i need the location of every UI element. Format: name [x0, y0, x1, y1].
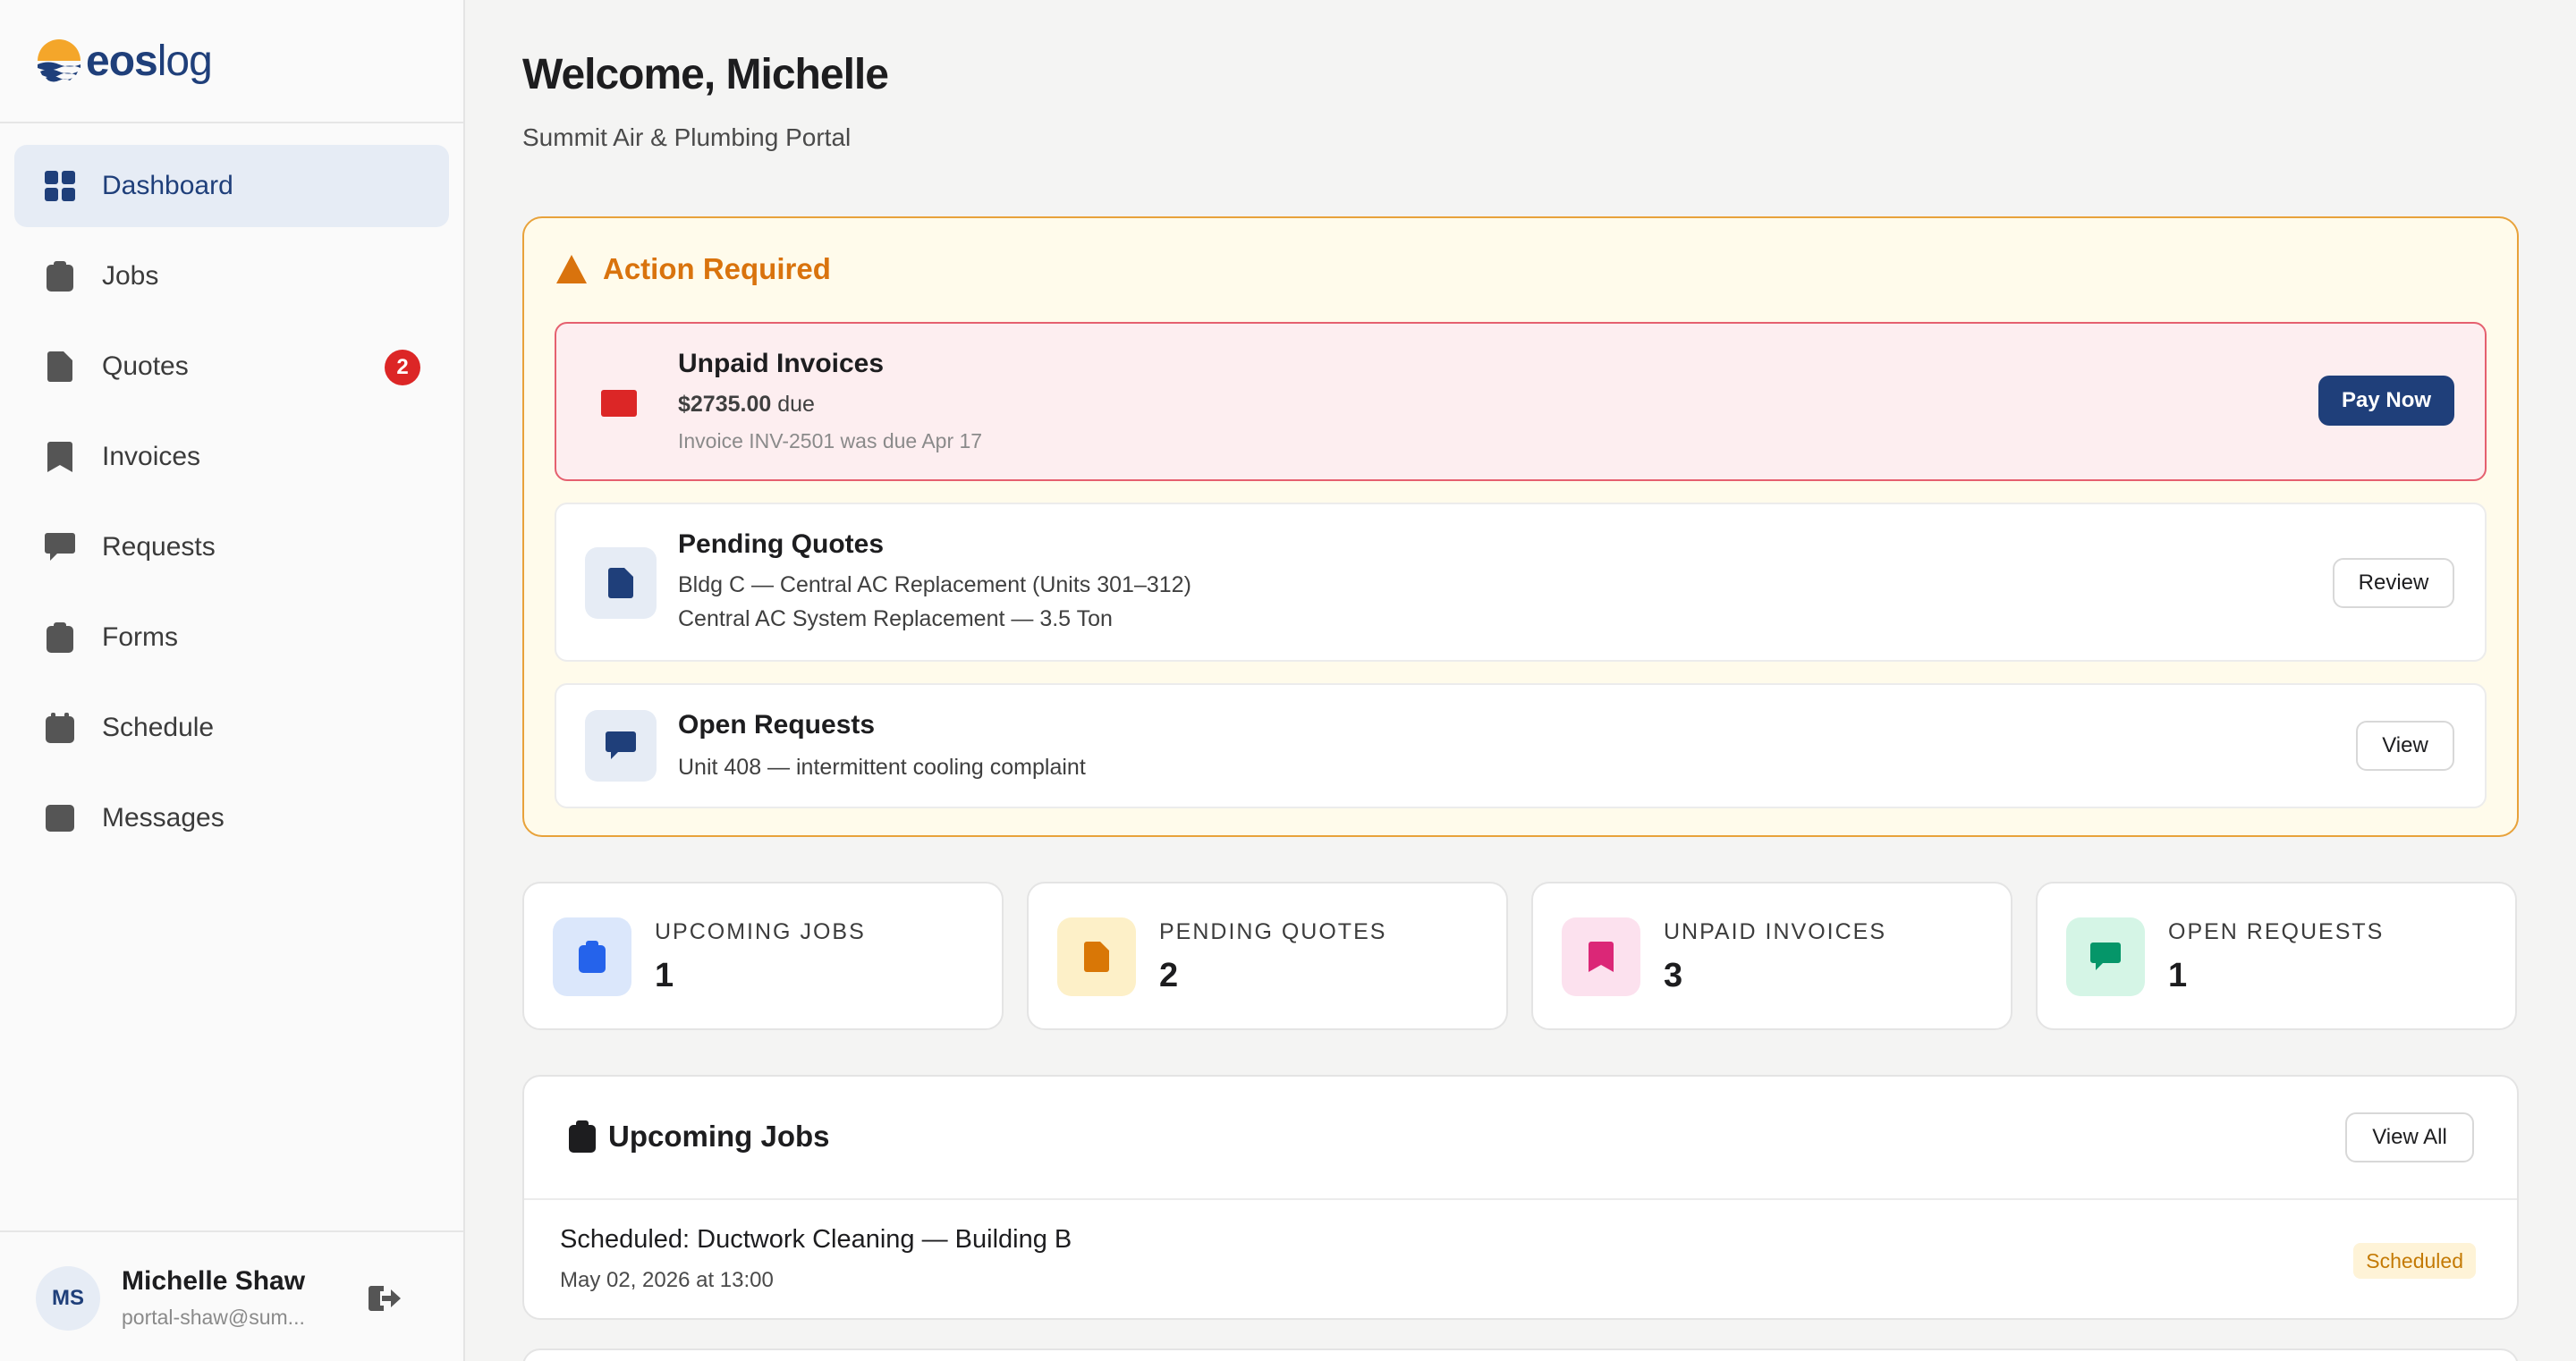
stat-value: 1 [655, 957, 674, 994]
chat-icon [606, 731, 636, 759]
stat-card-upcoming-jobs[interactable]: UPCOMING JOBS 1 [522, 882, 1004, 1030]
sidebar-item-label: Forms [102, 622, 178, 652]
grid-icon [45, 171, 75, 201]
stat-label: OPEN REQUESTS [2168, 919, 2385, 944]
user-email: portal-shaw@sum... [122, 1306, 305, 1329]
clipboard-icon [579, 941, 606, 973]
stat-icon-box [1562, 917, 1640, 996]
upcoming-jobs-panel: Upcoming Jobs View All Scheduled: Ductwo… [522, 1075, 2519, 1320]
open-requests-icon-box [585, 710, 657, 782]
sidebar-item-forms[interactable]: Forms [14, 596, 449, 679]
sidebar-item-schedule[interactable]: Schedule [14, 687, 449, 769]
unpaid-invoices-alert: Unpaid Invoices $2735.00 due Invoice INV… [555, 322, 2487, 481]
unpaid-invoices-title: Unpaid Invoices [678, 349, 885, 378]
unpaid-invoice-note: Invoice INV-2501 was due Apr 17 [678, 429, 983, 452]
calendar-icon [45, 713, 75, 743]
unpaid-amount: $2735.00 [678, 392, 772, 417]
clipboard-icon [569, 1120, 596, 1153]
receipt-icon [1589, 942, 1614, 972]
sidebar-item-dashboard[interactable]: Dashboard [14, 145, 449, 227]
chat-icon [2090, 943, 2121, 970]
pending-quotes-icon-box [585, 547, 657, 619]
stat-value: 2 [1159, 957, 1179, 994]
action-required-title: Action Required [603, 252, 831, 285]
logout-icon[interactable] [369, 1282, 401, 1315]
stat-icon-box [553, 917, 631, 996]
sidebar-item-label: Dashboard [102, 171, 233, 200]
stat-value: 3 [1664, 957, 1683, 994]
clipboard-icon [45, 622, 75, 653]
stat-label: UPCOMING JOBS [655, 919, 866, 944]
file-icon [608, 568, 633, 598]
sidebar-item-label: Messages [102, 803, 225, 833]
sidebar-item-messages[interactable]: Messages [14, 777, 449, 859]
stat-icon-box [2066, 917, 2145, 996]
sidebar: eos log Dashboard Jobs Quotes 2 Invoices… [0, 0, 465, 1361]
pending-quotes-title: Pending Quotes [678, 529, 885, 559]
avatar[interactable]: MS [36, 1266, 100, 1331]
sidebar-divider [0, 122, 463, 123]
page-title: Welcome, Michelle [522, 51, 889, 98]
user-name: Michelle Shaw [122, 1266, 306, 1296]
stat-card-pending-quotes[interactable]: PENDING QUOTES 2 [1027, 882, 1508, 1030]
pay-now-button[interactable]: Pay Now [2318, 376, 2454, 426]
view-requests-button[interactable]: View [2356, 721, 2454, 771]
file-icon [45, 351, 75, 382]
status-badge: Scheduled [2353, 1243, 2476, 1279]
sidebar-item-label: Invoices [102, 442, 201, 471]
sidebar-item-invoices[interactable]: Invoices [14, 416, 449, 498]
upcoming-jobs-header: Upcoming Jobs [569, 1120, 830, 1154]
review-button[interactable]: Review [2333, 558, 2454, 608]
sidebar-item-label: Quotes [102, 351, 189, 381]
brand-logo[interactable]: eos log [36, 34, 213, 88]
file-icon [1084, 942, 1109, 972]
divider [524, 1198, 2517, 1200]
page-subtitle: Summit Air & Plumbing Portal [522, 123, 852, 151]
message-icon [45, 803, 75, 833]
sidebar-item-jobs[interactable]: Jobs [14, 235, 449, 317]
view-all-button[interactable]: View All [2345, 1112, 2474, 1162]
receipt-icon [45, 442, 75, 472]
pending-quotes-alert: Pending Quotes Bldg C — Central AC Repla… [555, 503, 2487, 662]
pending-quote-line-1: Bldg C — Central AC Replacement (Units 3… [678, 572, 1191, 597]
credit-card-icon [601, 390, 637, 417]
brand-name-bold: eos [86, 37, 158, 85]
job-date: May 02, 2026 at 13:00 [560, 1268, 774, 1292]
sidebar-item-requests[interactable]: Requests [14, 506, 449, 588]
sidebar-item-label: Schedule [102, 713, 215, 742]
quotes-count-badge: 2 [385, 350, 420, 385]
warning-icon [556, 255, 587, 283]
brand-name-light: log [157, 37, 213, 85]
sidebar-item-label: Requests [102, 532, 216, 562]
user-profile: MS Michelle Shaw portal-shaw@sum... [0, 1230, 463, 1361]
sidebar-item-quotes[interactable]: Quotes 2 [14, 325, 449, 408]
stat-card-unpaid-invoices[interactable]: UNPAID INVOICES 3 [1531, 882, 2012, 1030]
action-required-header: Action Required [556, 252, 831, 286]
clipboard-icon [45, 261, 75, 292]
job-title: Scheduled: Ductwork Cleaning — Building … [560, 1225, 1072, 1254]
unpaid-amount-line: $2735.00 due [678, 392, 815, 418]
open-requests-alert: Open Requests Unit 408 — intermittent co… [555, 683, 2487, 808]
pending-quote-line-2: Central AC System Replacement — 3.5 Ton [678, 606, 1113, 631]
open-request-line-1: Unit 408 — intermittent cooling complain… [678, 755, 1086, 780]
stat-label: UNPAID INVOICES [1664, 919, 1887, 944]
stat-value: 1 [2168, 957, 2188, 994]
upcoming-jobs-title: Upcoming Jobs [608, 1120, 830, 1153]
open-requests-title: Open Requests [678, 710, 876, 740]
stat-card-open-requests[interactable]: OPEN REQUESTS 1 [2036, 882, 2517, 1030]
stat-icon-box [1057, 917, 1136, 996]
sun-wave-logo-icon [38, 39, 80, 82]
stat-label: PENDING QUOTES [1159, 919, 1387, 944]
sidebar-nav: Dashboard Jobs Quotes 2 Invoices Request… [14, 145, 449, 867]
chat-icon [45, 532, 75, 562]
action-required-panel: Action Required Unpaid Invoices $2735.00… [522, 216, 2519, 837]
sidebar-item-label: Jobs [102, 261, 159, 291]
next-panel-partial [522, 1348, 2519, 1361]
unpaid-amount-suffix: due [771, 392, 815, 417]
